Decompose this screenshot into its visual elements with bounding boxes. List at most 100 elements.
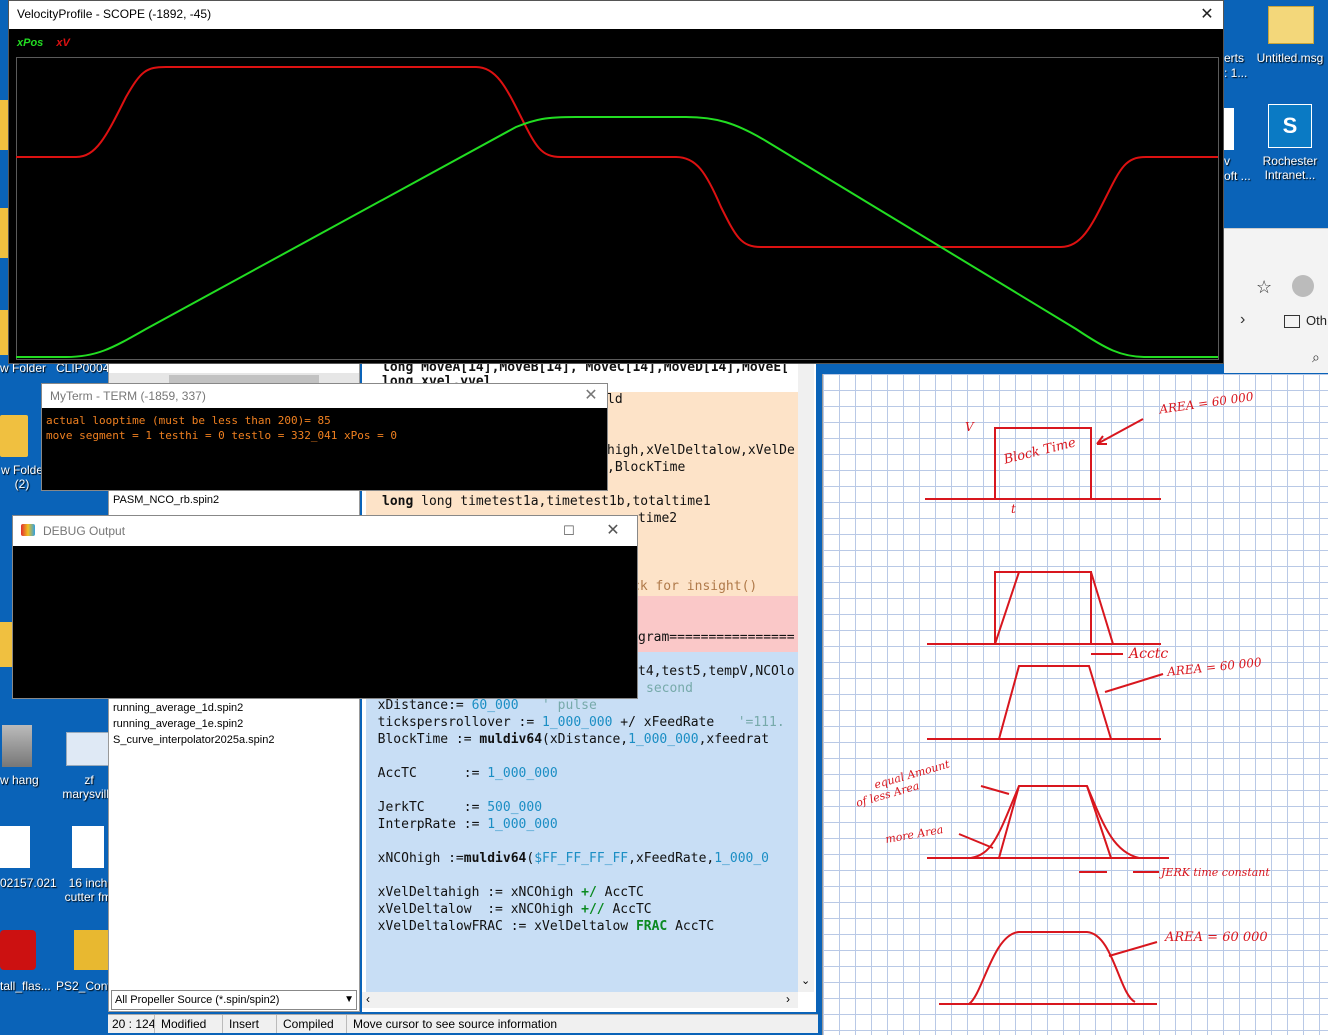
file-item[interactable]: S_curve_interpolator2025a.spin2	[113, 734, 274, 746]
search-icon[interactable]: ⌕	[1312, 349, 1320, 366]
maximize-icon[interactable]: ☐	[555, 519, 583, 543]
close-icon[interactable]: ✕	[577, 384, 605, 408]
desktop-icon-label: 02157.021	[0, 876, 57, 890]
code-text: InterpRate :=	[362, 817, 488, 832]
chevron-right-icon[interactable]: ›	[786, 992, 790, 1006]
code-operator: +/	[581, 885, 597, 900]
code-number: 60_000	[471, 698, 519, 713]
status-modified: Modified	[154, 1015, 206, 1033]
code-line: xVelDeltahigh := xNCOhigh +/ AccTC	[362, 885, 644, 900]
code-operator: FRAC	[635, 919, 668, 934]
code-text: xNCOhigh :=	[362, 851, 464, 866]
code-line: ld	[607, 392, 623, 407]
browser-window-fragment: ☆ › Oth ⌕	[1224, 228, 1328, 373]
scope-plot	[16, 57, 1219, 360]
legend-xv: xV	[56, 37, 70, 49]
term-line: actual looptime (must be less than 200)=…	[46, 414, 331, 427]
code-line: InterpRate := 1_000_000	[362, 817, 558, 832]
chart-image-icon[interactable]	[66, 732, 110, 766]
close-icon[interactable]: ✕	[599, 519, 627, 543]
code-line: high,xVelDeltalow,xVelDe	[607, 443, 795, 458]
desktop-icon-label: w Folde (2)	[0, 463, 44, 491]
desktop-icon-label: erts	[1224, 51, 1245, 65]
term-titlebar[interactable]: MyTerm - TERM (-1859, 337) ✕	[42, 384, 607, 408]
file-filter-value: All Propeller Source (*.spin/spin2)	[115, 994, 280, 1006]
desktop-icon-label: w hang	[0, 773, 39, 787]
sketch-arrow-area2	[1104, 673, 1164, 693]
code-text: +/ xFeedRate	[612, 715, 738, 730]
code-text: BlockTime :=	[362, 732, 480, 747]
sharepoint-icon[interactable]: S	[1268, 104, 1312, 148]
file-item[interactable]: running_average_1d.spin2	[113, 702, 243, 714]
term-line: move segment = 1 testhi = 0 testlo = 332…	[46, 429, 397, 442]
flash-installer-icon[interactable]	[0, 930, 36, 970]
file-item[interactable]: PASM_NCO_rb.spin2	[113, 494, 219, 506]
folder-icon	[1284, 315, 1300, 328]
code-line: xDistance:= 60_000 ' pulse	[362, 698, 597, 713]
folder-icon[interactable]	[0, 415, 28, 457]
file-icon[interactable]	[72, 826, 104, 868]
code-text: AccTC	[596, 885, 644, 900]
code-text: xVelDeltalowFRAC := xVelDeltalow	[362, 919, 636, 934]
scope-titlebar[interactable]: VelocityProfile - SCOPE (-1892, -45) ✕	[9, 1, 1223, 29]
code-number: 500_000	[487, 800, 543, 815]
sketch-trap-3	[998, 665, 1112, 740]
code-line: tickspersrollover := 1_000_000 +/ xFeedR…	[362, 715, 785, 730]
status-bar: 20 : 124 Modified Insert Compiled Move c…	[108, 1014, 818, 1033]
scope-legend: xPos xV	[17, 37, 70, 49]
sketch-label-area3: AREA = 60 000	[1165, 930, 1268, 945]
code-text: AccTC	[667, 919, 715, 934]
chevron-left-icon[interactable]: ‹	[366, 992, 370, 1006]
sketch-arrow-area1	[1096, 418, 1144, 445]
scope-window[interactable]: VelocityProfile - SCOPE (-1892, -45) ✕ x…	[8, 0, 1224, 364]
code-text: ,xFeedRate,	[628, 851, 715, 866]
label-line: w Folde (2)	[0, 463, 44, 491]
code-text: xDistance:=	[362, 698, 472, 713]
propeller-icon	[21, 524, 35, 536]
debug-window[interactable]: DEBUG Output ☐ ✕	[12, 515, 638, 699]
code-keyword: muldiv64	[463, 851, 527, 866]
code-text: (xDistance,	[542, 732, 629, 747]
code-number: 1_000_000	[628, 732, 699, 747]
code-line: JerkTC := 500_000	[362, 800, 542, 815]
sketch-arrow-equal	[980, 785, 1010, 795]
folder-icon[interactable]	[0, 622, 12, 667]
zip-folder-icon[interactable]	[74, 930, 108, 970]
term-title: MyTerm - TERM (-1859, 337)	[50, 389, 206, 403]
editor-vscroll[interactable]: ⌄	[798, 360, 814, 992]
code-number: 1_000_000	[487, 817, 558, 832]
code-text: ,xfeedrat	[698, 732, 770, 747]
desktop-icon-label: oft ...	[1224, 169, 1251, 183]
code-keyword: muldiv64	[479, 732, 543, 747]
file-filter-select[interactable]: All Propeller Source (*.spin/spin2) ▼	[111, 990, 357, 1010]
code-number: $FF_FF_FF_FF	[534, 851, 629, 866]
code-line: xNCOhigh :=muldiv64($FF_FF_FF_FF,xFeedRa…	[362, 851, 769, 866]
code-line: BlockTime := muldiv64(xDistance,1_000_00…	[362, 732, 769, 747]
mail-msg-icon[interactable]	[1268, 6, 1314, 44]
code-line: second	[646, 681, 693, 696]
close-icon[interactable]: ✕	[1193, 3, 1221, 27]
editor-hscroll[interactable]: ‹ ›	[362, 992, 798, 1008]
chevron-down-icon[interactable]: ⌄	[801, 974, 810, 987]
star-icon[interactable]: ☆	[1256, 277, 1272, 298]
hang-image-icon[interactable]	[2, 725, 32, 767]
file-item[interactable]: running_average_1e.spin2	[113, 718, 243, 730]
sketch-label-v: V	[965, 420, 974, 434]
chevron-right-icon[interactable]: ›	[1240, 311, 1245, 329]
code-line: ,BlockTime	[607, 460, 686, 475]
code-text: tickspersrollover :=	[362, 715, 543, 730]
status-compiled: Compiled	[276, 1015, 334, 1033]
sketch-trap-4-ref	[998, 785, 1112, 859]
sketch-s-curve-5	[968, 931, 1136, 1005]
status-info: Move cursor to see source information	[346, 1015, 557, 1033]
label-line: Rochester Intranet...	[1262, 154, 1318, 182]
code-line: t4,test5,tempV,NCOlo	[638, 664, 795, 679]
sketch-trap-2	[994, 571, 1114, 645]
bookmark-other[interactable]: Oth	[1306, 313, 1327, 328]
desktop-icon-label: tall_flas...	[0, 979, 51, 993]
debug-titlebar[interactable]: DEBUG Output ☐ ✕	[13, 516, 637, 546]
avatar[interactable]	[1292, 275, 1314, 297]
term-window[interactable]: MyTerm - TERM (-1859, 337) ✕ actual loop…	[41, 383, 608, 491]
file-icon[interactable]	[0, 826, 30, 868]
desktop-icon-label: : 1...	[1224, 66, 1248, 80]
